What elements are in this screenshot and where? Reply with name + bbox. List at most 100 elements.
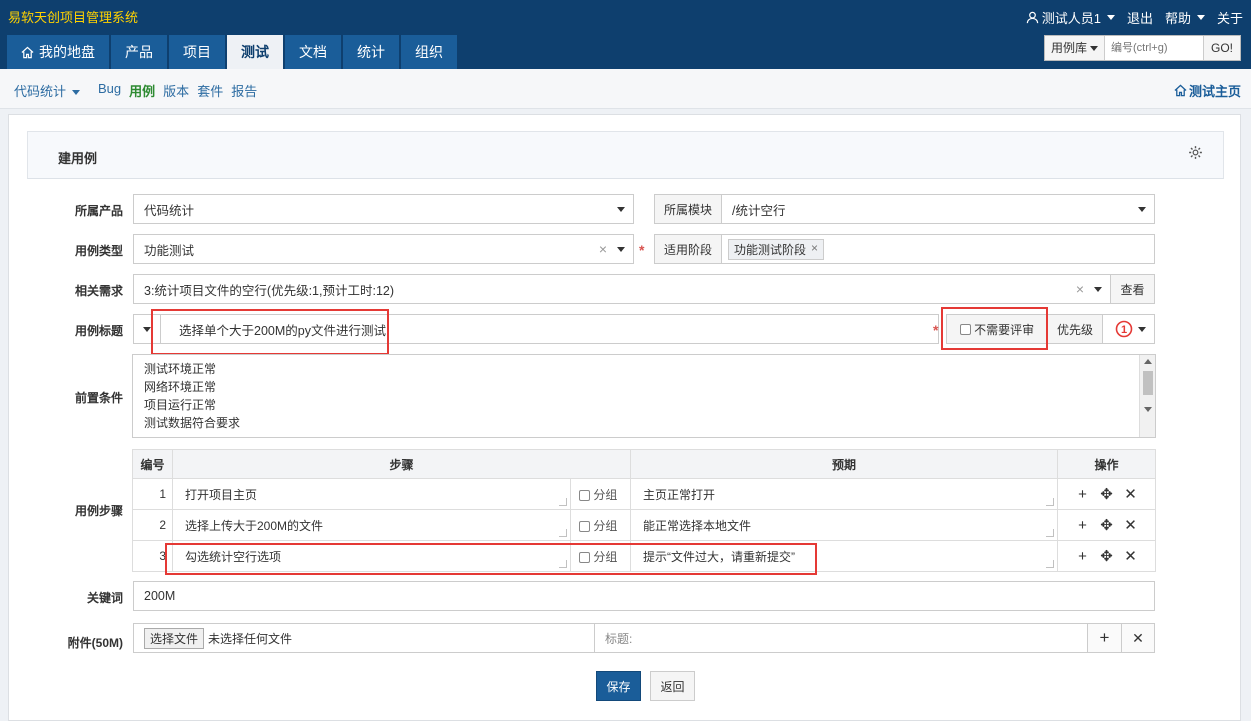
tab-project[interactable]: 项目: [169, 35, 225, 69]
add-icon[interactable]: +: [1071, 517, 1095, 534]
remove-tag-icon[interactable]: ×: [811, 241, 818, 258]
expect-input[interactable]: 主页正常打开: [630, 478, 1058, 510]
expect-input[interactable]: 提示“文件过大，请重新提交”: [630, 540, 1058, 572]
resize-handle-icon[interactable]: [559, 529, 567, 537]
resize-handle-icon[interactable]: [559, 498, 567, 506]
precondition-textarea[interactable]: 测试环境正常 网络环境正常 项目运行正常 测试数据符合要求: [132, 354, 1156, 438]
group-checkbox[interactable]: [579, 489, 590, 501]
step-num: 3: [132, 540, 173, 572]
subnav-report[interactable]: 报告: [231, 81, 257, 100]
search-input[interactable]: [1104, 36, 1203, 60]
keywords-input[interactable]: 200M: [133, 581, 1155, 611]
resize-handle-icon[interactable]: [1046, 560, 1054, 568]
chevron-down-icon: [617, 207, 625, 212]
add-attachment-button[interactable]: +: [1087, 623, 1122, 653]
story-select[interactable]: 3:统计项目文件的空行(优先级:1,预计工时:12) ×: [133, 274, 1111, 304]
priority-select[interactable]: 1: [1102, 314, 1155, 344]
delete-icon[interactable]: ✕: [1119, 516, 1143, 534]
required-mark: *: [639, 242, 645, 258]
gear-icon[interactable]: [1188, 145, 1203, 160]
add-icon[interactable]: +: [1071, 486, 1095, 503]
step-input[interactable]: 打开项目主页: [172, 478, 571, 510]
clear-icon[interactable]: ×: [1076, 281, 1084, 297]
pre-line: 网络环境正常: [144, 380, 217, 394]
subnav-case[interactable]: 用例: [129, 81, 155, 100]
panel-header: 建用例: [27, 131, 1224, 179]
home-icon: [1174, 84, 1187, 97]
top-nav: 测试人员1 退出 帮助 关于: [1026, 8, 1243, 27]
subnav-build[interactable]: 版本: [163, 81, 189, 100]
search-type-label: 用例库: [1050, 41, 1087, 55]
tab-my[interactable]: 我的地盘: [7, 35, 109, 69]
case-title-input[interactable]: 选择单个大于200M的py文件进行测试: [160, 314, 939, 344]
help-menu[interactable]: 帮助: [1165, 8, 1205, 27]
module-value: /统计空行: [732, 203, 786, 218]
stage-select[interactable]: 功能测试阶段 ×: [721, 234, 1155, 264]
step-input[interactable]: 选择上传大于200M的文件: [172, 509, 571, 541]
scroll-down-icon[interactable]: [1144, 407, 1152, 412]
col-num: 编号: [132, 449, 173, 479]
textarea-scrollbar[interactable]: [1139, 355, 1155, 437]
scroll-thumb[interactable]: [1143, 371, 1153, 395]
delete-icon[interactable]: ✕: [1119, 485, 1143, 503]
resize-handle-icon[interactable]: [1046, 529, 1054, 537]
story-value: 3:统计项目文件的空行(优先级:1,预计工时:12): [144, 283, 395, 298]
delete-icon[interactable]: ✕: [1119, 547, 1143, 565]
product-switcher[interactable]: 代码统计: [14, 81, 81, 100]
move-icon[interactable]: ✥: [1095, 516, 1119, 534]
back-button[interactable]: 返回: [650, 671, 695, 701]
move-icon[interactable]: ✥: [1095, 547, 1119, 565]
table-header-row: 编号 步骤 预期 操作: [132, 449, 1156, 479]
tab-label: 我的地盘: [39, 44, 95, 60]
group-toggle[interactable]: 分组: [570, 540, 631, 572]
module-select[interactable]: /统计空行: [721, 194, 1155, 224]
case-title-value: 选择单个大于200M的py文件进行测试: [179, 323, 386, 338]
test-home-link[interactable]: 测试主页: [1174, 81, 1241, 100]
add-icon[interactable]: +: [1071, 548, 1095, 565]
step-text: 打开项目主页: [185, 487, 258, 502]
step-input[interactable]: 勾选统计空行选项: [172, 540, 571, 572]
subnav-suite[interactable]: 套件: [197, 81, 223, 100]
remove-attachment-button[interactable]: ✕: [1121, 623, 1155, 653]
col-ops: 操作: [1057, 449, 1156, 479]
resize-handle-icon[interactable]: [1046, 498, 1054, 506]
search-type-select[interactable]: 用例库: [1044, 36, 1105, 60]
tab-company[interactable]: 组织: [401, 35, 457, 69]
search-go-button[interactable]: GO!: [1202, 36, 1240, 60]
file-input[interactable]: 选择文件 未选择任何文件: [133, 623, 595, 653]
expect-input[interactable]: 能正常选择本地文件: [630, 509, 1058, 541]
no-review-checkbox[interactable]: [959, 323, 971, 335]
tab-doc[interactable]: 文档: [285, 35, 341, 69]
chevron-down-icon: [1196, 15, 1205, 20]
pre-line: 测试数据符合要求: [144, 416, 241, 430]
product-select[interactable]: 代码统计: [133, 194, 634, 224]
help-label: 帮助: [1164, 11, 1191, 26]
subnav-bug[interactable]: Bug: [98, 81, 121, 100]
resize-handle-icon[interactable]: [559, 560, 567, 568]
add-icon: +: [1099, 628, 1110, 647]
attach-title-input[interactable]: 标题:: [594, 623, 1088, 653]
title-color-picker[interactable]: [133, 314, 161, 344]
choose-file-button[interactable]: 选择文件: [144, 627, 205, 649]
chevron-down-icon: [1138, 327, 1146, 332]
group-checkbox[interactable]: [579, 551, 590, 563]
tab-test[interactable]: 测试: [227, 35, 283, 69]
save-button[interactable]: 保存: [596, 671, 641, 701]
about-link[interactable]: 关于: [1217, 8, 1243, 27]
clear-icon[interactable]: ×: [599, 241, 607, 257]
chevron-down-icon: [143, 327, 151, 332]
scroll-up-icon[interactable]: [1144, 359, 1152, 364]
logout-link[interactable]: 退出: [1127, 8, 1153, 27]
group-label: 分组: [593, 487, 618, 502]
user-menu[interactable]: 测试人员1: [1026, 8, 1115, 27]
group-toggle[interactable]: 分组: [570, 509, 631, 541]
group-checkbox[interactable]: [579, 520, 590, 532]
sub-nav: 代码统计 Bug 用例 版本 套件 报告 测试主页: [0, 69, 1251, 109]
group-toggle[interactable]: 分组: [570, 478, 631, 510]
no-review-toggle[interactable]: 不需要评审: [946, 314, 1048, 344]
view-story-button[interactable]: 查看: [1110, 274, 1155, 304]
tab-product[interactable]: 产品: [111, 35, 167, 69]
type-select[interactable]: 功能测试 ×: [133, 234, 634, 264]
tab-report[interactable]: 统计: [343, 35, 399, 69]
move-icon[interactable]: ✥: [1095, 485, 1119, 503]
